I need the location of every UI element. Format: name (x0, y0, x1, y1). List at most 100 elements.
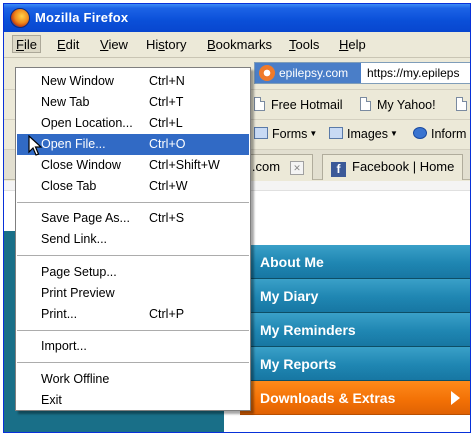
bookmark-label: Free Hotmail (271, 98, 343, 112)
menu-history[interactable]: History (146, 37, 186, 55)
menu-item-shortcut: Ctrl+P (149, 307, 185, 321)
menu-new-window[interactable]: New Window Ctrl+N (17, 71, 249, 92)
mouse-pointer-icon (28, 135, 42, 156)
arrow-right-icon (451, 391, 460, 405)
menu-tools-rest: ools (295, 37, 320, 52)
menu-work-offline[interactable]: Work Offline (17, 369, 249, 390)
menu-open-location[interactable]: Open Location... Ctrl+L (17, 113, 249, 134)
site-icon (259, 65, 275, 81)
menu-item-label: Exit (41, 393, 62, 407)
menu-send-link[interactable]: Send Link... (17, 229, 249, 250)
menu-edit-rest: dit (65, 37, 80, 52)
menu-item-shortcut: Ctrl+T (149, 95, 184, 109)
menu-item-shortcut: Ctrl+Shift+W (149, 158, 220, 172)
title-bar: Mozilla Firefox (4, 4, 470, 32)
firefox-logo-icon (10, 8, 30, 28)
menu-separator (17, 202, 249, 203)
menu-item-shortcut: Ctrl+S (149, 211, 185, 225)
menu-close-window[interactable]: Close Window Ctrl+Shift+W (17, 155, 249, 176)
menu-open-file[interactable]: Open File... Ctrl+O (17, 134, 249, 155)
site-identity-label: epilepsy.com (279, 66, 349, 80)
images-icon (329, 127, 343, 139)
page-icon (360, 97, 371, 111)
menu-separator (17, 362, 249, 363)
menu-bookmarks-rest: ookmarks (215, 37, 273, 52)
menu-item-label: Open Location... (41, 116, 133, 130)
menu-save-page-as[interactable]: Save Page As... Ctrl+S (17, 208, 249, 229)
menu-bookmarks[interactable]: Bookmarks (207, 37, 272, 55)
page-icon (254, 97, 265, 111)
tab-label: Facebook | Home (352, 159, 455, 174)
bookmark-free-hotmail[interactable]: Free Hotmail (254, 97, 343, 112)
menu-item-shortcut: Ctrl+W (149, 179, 188, 193)
url-text[interactable]: https://my.epileps (367, 66, 459, 80)
information-label: Inform (431, 127, 467, 141)
facebook-icon: f (331, 162, 346, 177)
menu-history-pre: Hi (146, 37, 159, 52)
menu-item-shortcut: Ctrl+O (149, 137, 186, 151)
menu-import[interactable]: Import... (17, 336, 249, 357)
images-label: Images (347, 127, 388, 141)
dropdown-arrow-icon: ▼ (390, 129, 398, 138)
forms-button[interactable]: Forms ▼ (254, 127, 317, 141)
nav-my-reminders[interactable]: My Reminders (240, 313, 470, 347)
menu-separator (17, 255, 249, 256)
menu-edit-mnemonic: E (57, 37, 66, 52)
menu-history-rest: tory (164, 37, 187, 52)
menu-item-label: Close Tab (41, 179, 97, 193)
tab-label: l.com (249, 159, 281, 174)
nav-label: Downloads & Extras (260, 390, 396, 406)
menu-print-preview[interactable]: Print Preview (17, 283, 249, 304)
menu-item-label: Page Setup... (41, 265, 117, 279)
menu-view-rest: iew (108, 37, 128, 52)
menu-view[interactable]: View (100, 37, 128, 55)
file-menu-dropdown: New Window Ctrl+N New Tab Ctrl+T Open Loca… (15, 67, 251, 411)
menu-page-setup[interactable]: Page Setup... (17, 262, 249, 283)
menu-help-rest: elp (348, 37, 366, 52)
firefox-window: Mozilla Firefox File Edit View History B… (3, 3, 471, 433)
menu-item-shortcut: Ctrl+N (149, 74, 185, 88)
nav-about-me[interactable]: About Me (240, 245, 470, 279)
forms-icon (254, 127, 268, 139)
menu-file-rest: ile (23, 37, 37, 52)
tab-facebook[interactable]: f Facebook | Home (322, 154, 464, 180)
close-tab-icon[interactable]: ✕ (290, 161, 305, 175)
images-button[interactable]: Images ▼ (329, 127, 398, 141)
site-identity-button[interactable]: epilepsy.com (255, 63, 361, 83)
menu-bar: File Edit View History Bookmarks Tools H… (4, 32, 470, 58)
menu-help-mnemonic: H (339, 37, 349, 52)
nav-my-reports[interactable]: My Reports (240, 347, 470, 381)
forms-label: Forms (272, 127, 308, 141)
bookmark-overflow[interactable] (456, 97, 470, 112)
menu-edit[interactable]: Edit (57, 37, 79, 55)
menu-exit[interactable]: Exit (17, 390, 249, 411)
dropdown-arrow-icon: ▼ (309, 129, 318, 138)
menu-new-tab[interactable]: New Tab Ctrl+T (17, 92, 249, 113)
menu-print[interactable]: Print... Ctrl+P (17, 304, 249, 325)
nav-label: About Me (260, 254, 324, 270)
info-icon (413, 127, 427, 139)
menu-item-label: Save Page As... (41, 211, 130, 225)
menu-item-shortcut: Ctrl+L (149, 116, 183, 130)
menu-file-mnemonic: F (16, 37, 24, 52)
menu-item-label: New Window (41, 74, 114, 88)
menu-tools[interactable]: Tools (289, 37, 319, 55)
url-bar[interactable]: epilepsy.com https://my.epileps (254, 62, 470, 84)
bookmark-label: My Yahoo! (377, 98, 436, 112)
menu-separator (17, 330, 249, 331)
nav-downloads-extras[interactable]: Downloads & Extras (240, 381, 470, 415)
menu-help[interactable]: Help (339, 37, 366, 55)
menu-bookmarks-mnemonic: B (207, 37, 216, 52)
menu-item-label: Send Link... (41, 232, 108, 246)
nav-label: My Reminders (260, 322, 356, 338)
menu-item-label: Print... (41, 307, 78, 321)
window-title: Mozilla Firefox (35, 10, 129, 25)
menu-file[interactable]: File (12, 35, 41, 53)
bookmark-my-yahoo[interactable]: My Yahoo! (360, 97, 436, 112)
menu-item-label: Print Preview (41, 286, 115, 300)
nav-my-diary[interactable]: My Diary (240, 279, 470, 313)
menu-item-label: Import... (41, 339, 87, 353)
site-nav: About Me My Diary My Reminders My Report… (240, 245, 470, 415)
menu-close-tab[interactable]: Close Tab Ctrl+W (17, 176, 249, 197)
information-button[interactable]: Inform (413, 127, 466, 141)
